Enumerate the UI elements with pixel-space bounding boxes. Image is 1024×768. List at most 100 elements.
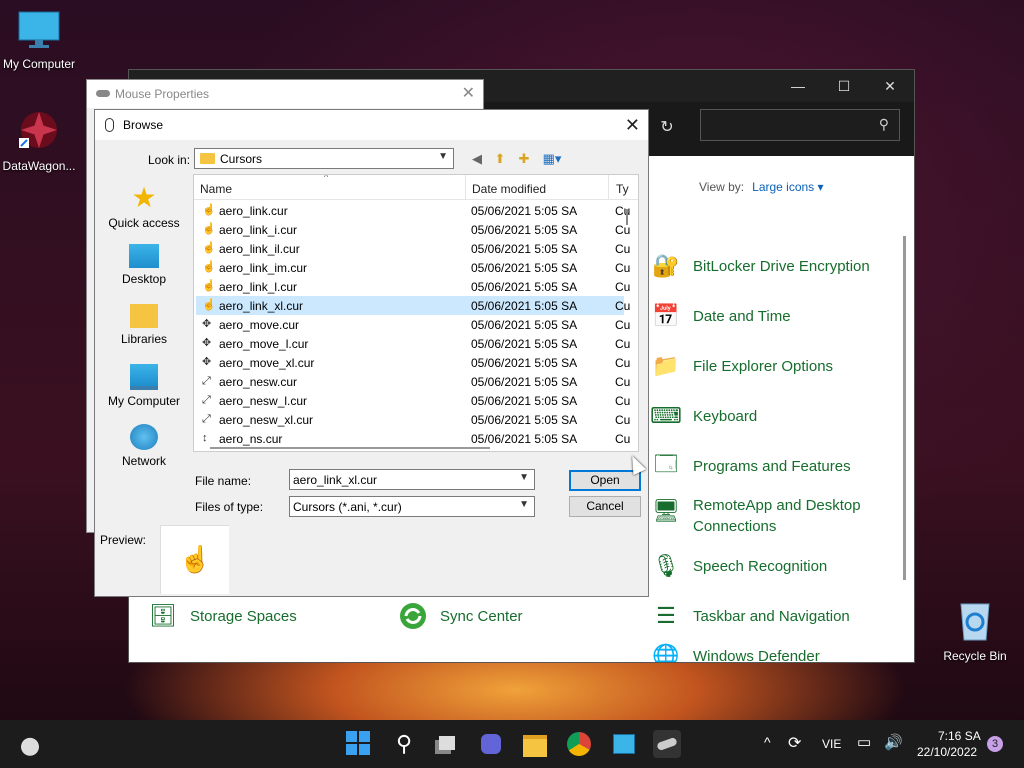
minimize-button[interactable]: — (775, 70, 821, 102)
search-input[interactable]: ⚲ (700, 109, 900, 141)
file-row[interactable]: ☝ aero_link.cur 05/06/2021 5:05 SA Cu (196, 201, 630, 220)
volume-icon[interactable]: 🔊 (884, 733, 903, 751)
chat-icon[interactable] (477, 730, 505, 758)
cursor-file-icon: ☝ (202, 204, 216, 216)
files-of-type-select[interactable]: Cursors (*.ani, *.cur) ▼ (289, 496, 535, 517)
cancel-button[interactable]: Cancel (569, 496, 641, 517)
look-in-dropdown[interactable]: Cursors ▼ (194, 148, 454, 169)
taskbar-icon: ☰ (656, 603, 676, 628)
file-list-header: Name ^ Date modified Ty (194, 175, 638, 200)
file-date: 05/06/2021 5:05 SA (471, 413, 578, 427)
programs-icon: 🗔 (654, 451, 678, 476)
language-indicator[interactable]: VIE (822, 737, 841, 751)
place-my-computer[interactable]: My Computer (95, 364, 193, 408)
place-quick-access[interactable]: ★ Quick access (95, 184, 193, 231)
search-icon[interactable]: ⚲ (390, 730, 418, 758)
file-row[interactable]: ☝ aero_link_xl.cur 05/06/2021 5:05 SA Cu (196, 296, 630, 315)
cp-item-sync-center[interactable]: Sync Center (396, 600, 523, 632)
cp-item-storage-spaces[interactable]: 🗄 Storage Spaces (146, 600, 297, 632)
cursor-file-icon: ☝ (202, 223, 216, 235)
desktop-icon-recycle-bin[interactable]: Recycle Bin (933, 598, 1017, 663)
view-menu-icon[interactable]: ▦▾ (539, 150, 565, 168)
chevron-up-icon[interactable]: ^ (764, 734, 771, 750)
start-button[interactable] (345, 730, 373, 758)
clock-time[interactable]: 7:16 SA (938, 729, 981, 743)
desktop-icon-datawagon[interactable]: DataWagon... (0, 108, 81, 173)
file-row[interactable]: ☝ aero_link_il.cur 05/06/2021 5:05 SA Cu (196, 239, 630, 258)
horizontal-scrollbar[interactable] (210, 447, 490, 449)
place-network[interactable]: Network (95, 424, 193, 468)
file-row[interactable]: ⤢ aero_nesw_l.cur 05/06/2021 5:05 SA Cu (196, 391, 630, 410)
clock-date[interactable]: 22/10/2022 (917, 745, 977, 759)
cp-item-bitlocker[interactable]: 🔐 BitLocker Drive Encryption (649, 250, 869, 282)
maximize-button[interactable]: ☐ (821, 70, 867, 102)
sync-icon[interactable]: ⟳ (788, 733, 801, 753)
file-row[interactable]: ☝ aero_link_i.cur 05/06/2021 5:05 SA Cu (196, 220, 630, 239)
file-row[interactable]: ↕ aero_ns.cur 05/06/2021 5:05 SA Cu (196, 429, 630, 448)
refresh-icon[interactable]: ↻ (649, 112, 685, 144)
column-type[interactable]: Ty (616, 182, 629, 196)
file-row[interactable]: ⤢ aero_nesw_xl.cur 05/06/2021 5:05 SA Cu (196, 410, 630, 429)
weather-icon[interactable] (16, 730, 44, 758)
monitor-icon (18, 11, 60, 48)
notification-badge[interactable]: 3 (987, 736, 1003, 752)
file-row[interactable]: ✥ aero_move_l.cur 05/06/2021 5:05 SA Cu (196, 334, 630, 353)
datawagon-icon (19, 112, 57, 148)
file-date: 05/06/2021 5:05 SA (471, 318, 578, 332)
file-list[interactable]: Name ^ Date modified Ty ☝ aero_link.cur 05… (193, 174, 639, 452)
file-row[interactable]: ⤢ aero_nesw.cur 05/06/2021 5:05 SA Cu (196, 372, 630, 391)
file-type: Cu (615, 318, 631, 332)
new-folder-icon[interactable]: ✚ (515, 150, 533, 168)
file-type: Cu (615, 299, 631, 313)
file-name-input[interactable]: aero_link_xl.cur ▼ (289, 469, 535, 490)
file-row[interactable]: ☝ aero_link_im.cur 05/06/2021 5:05 SA Cu (196, 258, 630, 277)
browse-titlebar: Browse ✕ (95, 110, 648, 140)
file-row[interactable]: ✥ aero_move_xl.cur 05/06/2021 5:05 SA Cu (196, 353, 630, 372)
cursor-file-icon: ☝ (202, 261, 216, 273)
cp-item-remoteapp[interactable]: 🖥 RemoteApp and Desktop Connections (649, 495, 893, 537)
place-libraries[interactable]: Libraries (95, 304, 193, 346)
mouse-properties-icon[interactable] (653, 730, 681, 758)
file-type: Cu (615, 337, 631, 351)
vertical-scrollbar[interactable] (626, 209, 628, 225)
cp-item-keyboard[interactable]: ⌨ Keyboard (649, 400, 757, 432)
close-icon[interactable]: ✕ (462, 80, 475, 108)
chrome-icon[interactable] (565, 730, 593, 758)
view-by: View by: Large icons ▾ (699, 180, 824, 194)
task-view-icon[interactable] (433, 730, 461, 758)
file-type: Cu (615, 432, 631, 446)
column-name[interactable]: Name (200, 182, 232, 196)
file-name: aero_link_il.cur (219, 242, 300, 256)
file-explorer-icon[interactable] (521, 730, 549, 758)
cp-item-file-explorer-options[interactable]: 📁 File Explorer Options (649, 350, 833, 382)
view-by-dropdown[interactable]: Large icons ▾ (752, 180, 823, 194)
file-row[interactable]: ☝ aero_link_l.cur 05/06/2021 5:05 SA Cu (196, 277, 630, 296)
file-name: aero_ns.cur (219, 432, 283, 446)
control-panel-icon[interactable] (609, 730, 637, 758)
back-icon[interactable]: ◀ (468, 150, 486, 168)
network-icon[interactable]: ▭ (857, 733, 871, 751)
file-date: 05/06/2021 5:05 SA (471, 204, 578, 218)
cp-item-speech[interactable]: 🎙 Speech Recognition (649, 550, 827, 582)
open-button[interactable]: Open (569, 470, 641, 491)
browse-dialog: Browse ✕ Look in: Cursors ▼ ◀ ⬆ ✚ ▦▾ ★ Q… (94, 109, 649, 597)
cp-item-date-time[interactable]: 📅 Date and Time (649, 300, 790, 332)
cp-item-programs-features[interactable]: 🗔 Programs and Features (649, 450, 851, 482)
chevron-down-icon: ▼ (519, 472, 529, 483)
sort-arrow-icon: ^ (324, 174, 329, 182)
cursor-file-icon: ⤢ (202, 413, 211, 425)
place-desktop[interactable]: Desktop (95, 244, 193, 286)
file-type: Cu (615, 223, 631, 237)
chevron-down-icon: ▼ (519, 499, 529, 510)
file-name: aero_move_l.cur (219, 337, 309, 351)
close-button[interactable]: ✕ (867, 70, 913, 102)
close-icon[interactable]: ✕ (625, 110, 640, 140)
file-row[interactable]: ✥ aero_move.cur 05/06/2021 5:05 SA Cu (196, 315, 630, 334)
up-folder-icon[interactable]: ⬆ (491, 150, 509, 168)
cp-item-windows-defender[interactable]: 🌐 Windows Defender (649, 640, 819, 662)
column-date-modified[interactable]: Date modified (472, 182, 546, 196)
file-date: 05/06/2021 5:05 SA (471, 394, 578, 408)
desktop-icon-my-computer[interactable]: My Computer (0, 10, 81, 71)
cp-item-taskbar[interactable]: ☰ Taskbar and Navigation (649, 600, 850, 632)
vertical-scrollbar[interactable] (903, 236, 906, 580)
